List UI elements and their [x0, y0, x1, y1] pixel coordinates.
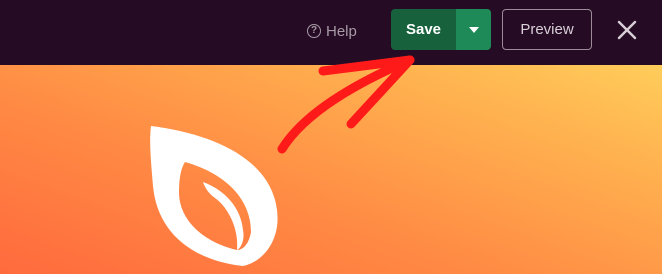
close-icon — [617, 20, 637, 40]
editor-window: ? Help Save Preview — [0, 0, 662, 274]
caret-down-icon — [468, 26, 479, 33]
leaf-logo-icon — [150, 126, 278, 266]
help-link[interactable]: ? Help — [307, 20, 357, 42]
save-button[interactable]: Save — [391, 9, 456, 50]
close-button[interactable] — [615, 18, 639, 42]
editor-toolbar: ? Help Save Preview — [0, 0, 662, 65]
preview-button[interactable]: Preview — [502, 9, 592, 50]
page-canvas — [0, 65, 662, 274]
question-circle-icon: ? — [307, 24, 321, 38]
save-button-group: Save — [391, 9, 491, 50]
save-options-dropdown[interactable] — [456, 9, 491, 50]
help-label: Help — [326, 22, 357, 40]
